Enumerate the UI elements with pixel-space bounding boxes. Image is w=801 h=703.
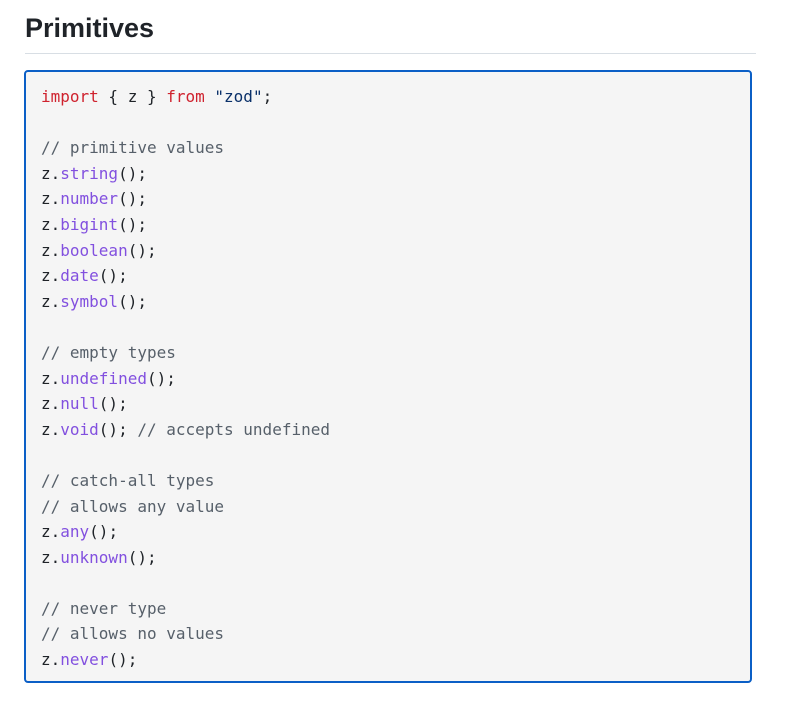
plain-token: (); [108, 650, 138, 670]
plain-token: (); [98, 266, 128, 286]
plain-token: (); [98, 419, 138, 439]
plain-token: z. [41, 547, 61, 567]
function-token: void [60, 419, 99, 439]
code-line: z.bigint(); [41, 212, 330, 238]
function-token: unknown [60, 547, 128, 567]
code-line: z.void(); // accepts undefined [41, 417, 330, 443]
plain-token: ; [262, 87, 273, 106]
comment-token: // allows any value [41, 496, 225, 516]
code-block[interactable]: import { z } from "zod"; // primitive va… [24, 70, 752, 683]
plain-token: (); [118, 214, 147, 234]
code-line: z.boolean(); [41, 238, 330, 264]
plain-token: (); [127, 240, 157, 260]
code-line: // allows any value [41, 494, 330, 520]
plain-token: z. [41, 419, 61, 439]
plain-token: z. [41, 163, 61, 183]
page: Primitives import { z } from "zod"; // p… [0, 0, 801, 703]
code-line: z.never(); [41, 647, 330, 673]
code-line: // empty types [41, 340, 330, 366]
function-token: undefined [60, 368, 147, 388]
plain-token: (); [146, 368, 176, 388]
plain-token: (); [127, 547, 157, 567]
function-token: date [60, 266, 99, 286]
function-token: any [60, 522, 90, 542]
plain-token: z. [41, 394, 61, 414]
plain-token: { z } [98, 87, 167, 106]
function-token: bigint [60, 214, 119, 234]
plain-token: z. [41, 189, 61, 209]
plain-token: z. [41, 214, 61, 234]
comment-token: // catch-all types [41, 470, 215, 490]
code-line: z.any(); [41, 519, 330, 545]
function-token: number [60, 189, 119, 209]
keyword-token: from [166, 87, 205, 106]
plain-token: (); [118, 189, 147, 209]
plain-token: (); [89, 522, 119, 542]
code-line: z.date(); [41, 263, 330, 289]
code-line: z.undefined(); [41, 366, 330, 392]
string-token: "zod" [214, 87, 263, 106]
plain-token: z. [41, 368, 61, 388]
comment-token: // allows no values [41, 624, 225, 644]
function-token: boolean [60, 240, 128, 260]
code-line: // allows no values [41, 621, 330, 647]
code-line: // catch-all types [41, 468, 330, 494]
function-token: never [60, 650, 109, 670]
plain-token: z. [41, 650, 61, 670]
plain-token: z. [41, 291, 61, 311]
code-line: z.number(); [41, 186, 330, 212]
code-line: // never type [41, 596, 330, 622]
code-line: z.null(); [41, 391, 330, 417]
heading-divider [25, 53, 756, 54]
plain-token: (); [98, 394, 128, 414]
code-line: import { z } from "zod"; [41, 84, 330, 110]
comment-token: // empty types [41, 342, 176, 362]
code-line: z.unknown(); [41, 545, 330, 571]
plain-token: z. [41, 240, 61, 260]
keyword-token: import [41, 87, 99, 106]
plain-token: z. [41, 266, 61, 286]
function-token: string [60, 163, 119, 183]
function-token: symbol [60, 291, 119, 311]
plain-token: z. [41, 522, 61, 542]
code-content: import { z } from "zod"; // primitive va… [41, 84, 330, 673]
code-line: // primitive values [41, 135, 330, 161]
comment-token: // never type [41, 598, 167, 618]
code-line: z.symbol(); [41, 289, 330, 315]
comment-token: // primitive values [41, 138, 225, 158]
code-line: z.string(); [41, 161, 330, 187]
section-heading: Primitives [25, 13, 155, 43]
function-token: null [60, 394, 99, 414]
plain-token: (); [118, 163, 147, 183]
comment-token: // accepts undefined [137, 419, 330, 439]
plain-token: (); [118, 291, 147, 311]
